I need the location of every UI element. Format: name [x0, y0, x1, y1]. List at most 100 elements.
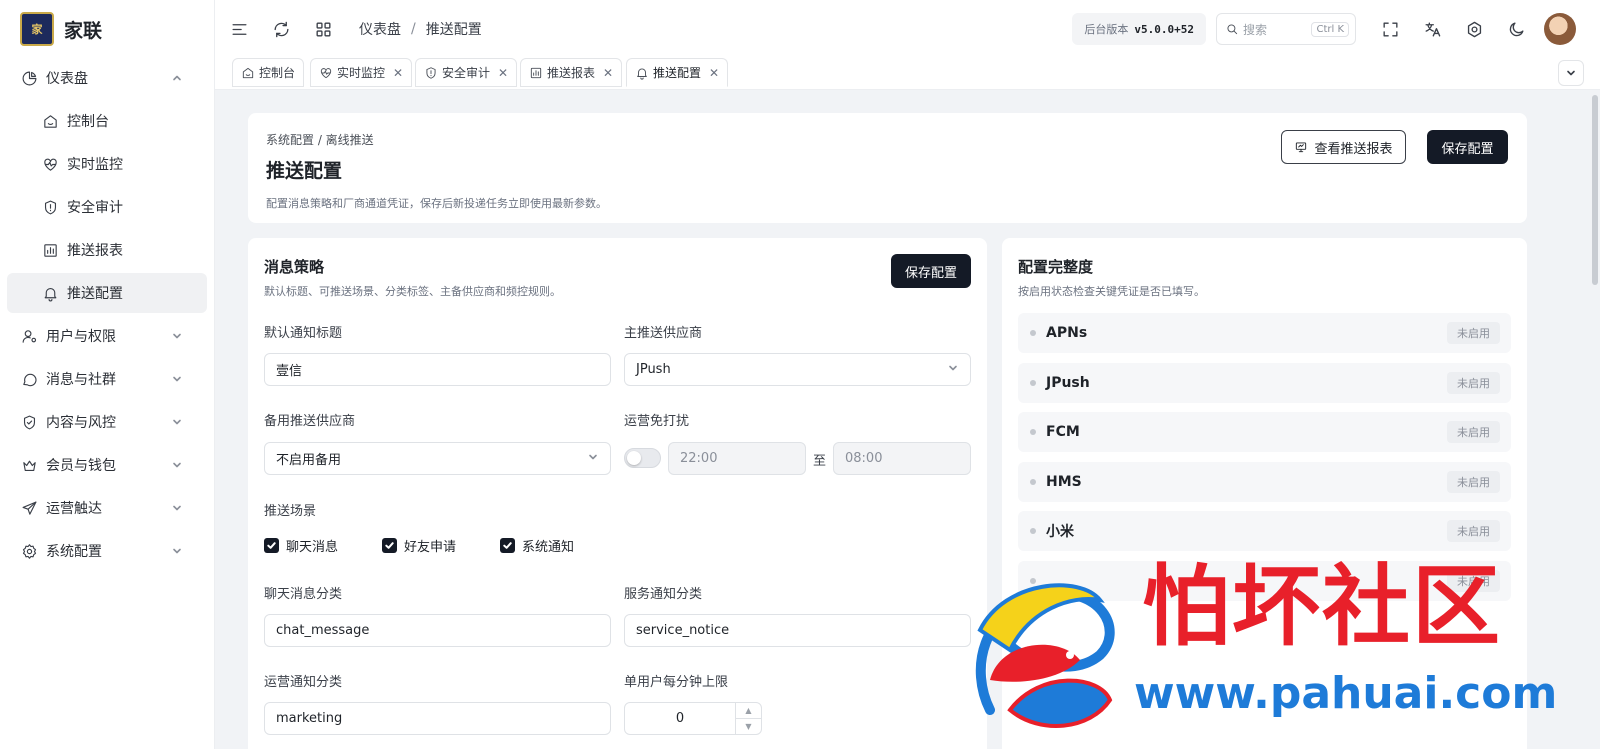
provider-name: APNs: [1046, 325, 1088, 341]
tab-console[interactable]: 控制台: [232, 58, 305, 87]
service-category-input[interactable]: service_notice: [624, 614, 971, 647]
user-cog-icon: [20, 327, 38, 345]
close-icon[interactable]: ✕: [709, 66, 719, 80]
ops-category-input[interactable]: marketing: [264, 702, 611, 735]
sidebar-item-audit[interactable]: 安全审计: [7, 187, 207, 227]
page-header-card: 系统配置 / 离线推送 推送配置 配置消息策略和厂商通道凭证，保存后新投递任务立…: [248, 113, 1527, 223]
sidebar-item-monitor[interactable]: 实时监控: [7, 144, 207, 184]
strategy-save-button[interactable]: 保存配置: [891, 254, 971, 288]
sidebar-item-dashboard[interactable]: 仪表盘: [7, 58, 207, 98]
primary-provider-select[interactable]: JPush: [624, 353, 971, 386]
chevron-down-icon: [1567, 70, 1575, 76]
status-badge: 未启用: [1447, 372, 1500, 394]
tab-push-report[interactable]: 推送报表 ✕: [520, 58, 623, 87]
menu-icon: [231, 23, 247, 35]
bell-icon: [41, 284, 59, 302]
save-config-button[interactable]: 保存配置: [1427, 130, 1508, 164]
dnd-range-separator: 至: [813, 454, 827, 469]
scene-system-checkbox[interactable]: 系统通知: [500, 536, 574, 555]
sidebar-item-system[interactable]: 系统配置: [7, 531, 207, 571]
tabs-bar: 控制台 实时监控 ✕ 安全审计 ✕ 推送报表 ✕ 推送配置 ✕: [215, 58, 1600, 90]
translate-icon: [1424, 21, 1440, 37]
provider-row-hms: HMS 未启用: [1018, 462, 1511, 502]
refresh-button[interactable]: [263, 11, 299, 47]
menu-toggle-button[interactable]: [221, 11, 257, 47]
increment-icon[interactable]: ▲: [736, 703, 761, 719]
sidebar-item-label: 系统配置: [46, 544, 102, 560]
brand-logo: 家: [20, 12, 54, 46]
avatar[interactable]: [1544, 13, 1576, 45]
toggle-knob: [627, 451, 641, 465]
sidebar-item-push-report[interactable]: 推送报表: [7, 230, 207, 270]
search-input[interactable]: 搜索 Ctrl K: [1216, 13, 1356, 45]
dnd-toggle[interactable]: [624, 448, 661, 468]
close-icon[interactable]: ✕: [498, 66, 508, 80]
dnd-label: 运营免打扰: [624, 414, 690, 429]
rate-limit-label: 单用户每分钟上限: [624, 675, 729, 690]
backup-provider-select[interactable]: 不启用备用: [264, 442, 611, 475]
chevron-down-icon: [171, 459, 183, 471]
service-category-value: service_notice: [636, 623, 730, 638]
rate-limit-stepper[interactable]: 0 ▲ ▼: [624, 702, 762, 735]
tab-label: 推送配置: [653, 66, 702, 80]
tabs-more-button[interactable]: [1558, 60, 1584, 86]
scene-friend-checkbox[interactable]: 好友申请: [382, 536, 456, 555]
chevron-down-icon: [947, 362, 959, 378]
sidebar-item-content[interactable]: 内容与风控: [7, 402, 207, 442]
tab-audit[interactable]: 安全审计 ✕: [415, 58, 518, 87]
sidebar-item-users[interactable]: 用户与权限: [7, 316, 207, 356]
settings-button[interactable]: [1456, 11, 1492, 47]
heart-pulse-icon: [41, 155, 59, 173]
tab-monitor[interactable]: 实时监控 ✕: [310, 58, 413, 87]
dnd-end-input[interactable]: 08:00: [833, 442, 971, 475]
breadcrumb-separator: /: [411, 21, 416, 37]
default-title-input[interactable]: 壹信: [264, 353, 611, 386]
close-icon[interactable]: ✕: [393, 66, 403, 80]
scrollbar-thumb[interactable]: [1592, 95, 1598, 285]
config-completeness-card: 配置完整度 按启用状态检查关键凭证是否已填写。 APNs 未启用 JPush 未…: [1002, 238, 1527, 749]
dnd-end-value: 08:00: [845, 451, 883, 466]
provider-name: HMS: [1046, 474, 1082, 490]
top-header: 仪表盘 / 推送配置 后台版本 v5.0.0+52 搜索 Ctrl K: [215, 0, 1600, 58]
theme-toggle-button[interactable]: [1498, 11, 1534, 47]
chevron-down-icon: [171, 416, 183, 428]
view-report-button[interactable]: 查看推送报表: [1281, 130, 1406, 164]
close-icon[interactable]: ✕: [603, 66, 613, 80]
sidebar-item-label: 推送配置: [67, 286, 123, 302]
chevron-down-icon: [171, 545, 183, 557]
scene-chat-checkbox[interactable]: 聊天消息: [264, 536, 338, 555]
dnd-start-input[interactable]: 22:00: [668, 442, 806, 475]
report-icon: [1296, 142, 1307, 153]
provider-name: JPush: [1046, 375, 1090, 391]
settings-icon: [1467, 21, 1481, 37]
backup-provider-value: 不启用备用: [276, 453, 342, 468]
sidebar-item-operations[interactable]: 运营触达: [7, 488, 207, 528]
pie-chart-icon: [20, 69, 38, 87]
provider-name: FCM: [1046, 424, 1080, 440]
tab-push-config[interactable]: 推送配置 ✕: [626, 58, 729, 87]
fullscreen-button[interactable]: [1372, 11, 1408, 47]
strategy-title: 消息策略: [264, 258, 325, 276]
decrement-icon[interactable]: ▼: [736, 719, 761, 734]
strategy-description: 默认标题、可推送场景、分类标签、主备供应商和频控规则。: [264, 285, 561, 298]
apps-grid-button[interactable]: [305, 11, 341, 47]
ops-category-value: marketing: [276, 711, 343, 726]
brand-name: 家联: [64, 19, 103, 42]
breadcrumb-item[interactable]: 仪表盘: [359, 19, 401, 39]
language-button[interactable]: [1414, 11, 1450, 47]
shield-alert-icon: [426, 66, 436, 79]
sidebar-item-messages[interactable]: 消息与社群: [7, 359, 207, 399]
chevron-down-icon: [171, 373, 183, 385]
sidebar-item-membership[interactable]: 会员与钱包: [7, 445, 207, 485]
sidebar-item-push-config[interactable]: 推送配置: [7, 273, 207, 313]
chat-category-input[interactable]: chat_message: [264, 614, 611, 647]
scene-label: 系统通知: [522, 540, 575, 555]
dnd-start-value: 22:00: [680, 451, 718, 466]
refresh-icon: [273, 21, 289, 37]
brand[interactable]: 家 家联: [0, 0, 214, 58]
breadcrumb: 仪表盘 / 推送配置: [359, 19, 482, 39]
view-report-label: 查看推送报表: [1314, 141, 1393, 157]
tab-label: 控制台: [259, 66, 296, 80]
header-actions: 后台版本 v5.0.0+52 搜索 Ctrl K: [1072, 0, 1600, 58]
sidebar-item-console[interactable]: 控制台: [7, 101, 207, 141]
